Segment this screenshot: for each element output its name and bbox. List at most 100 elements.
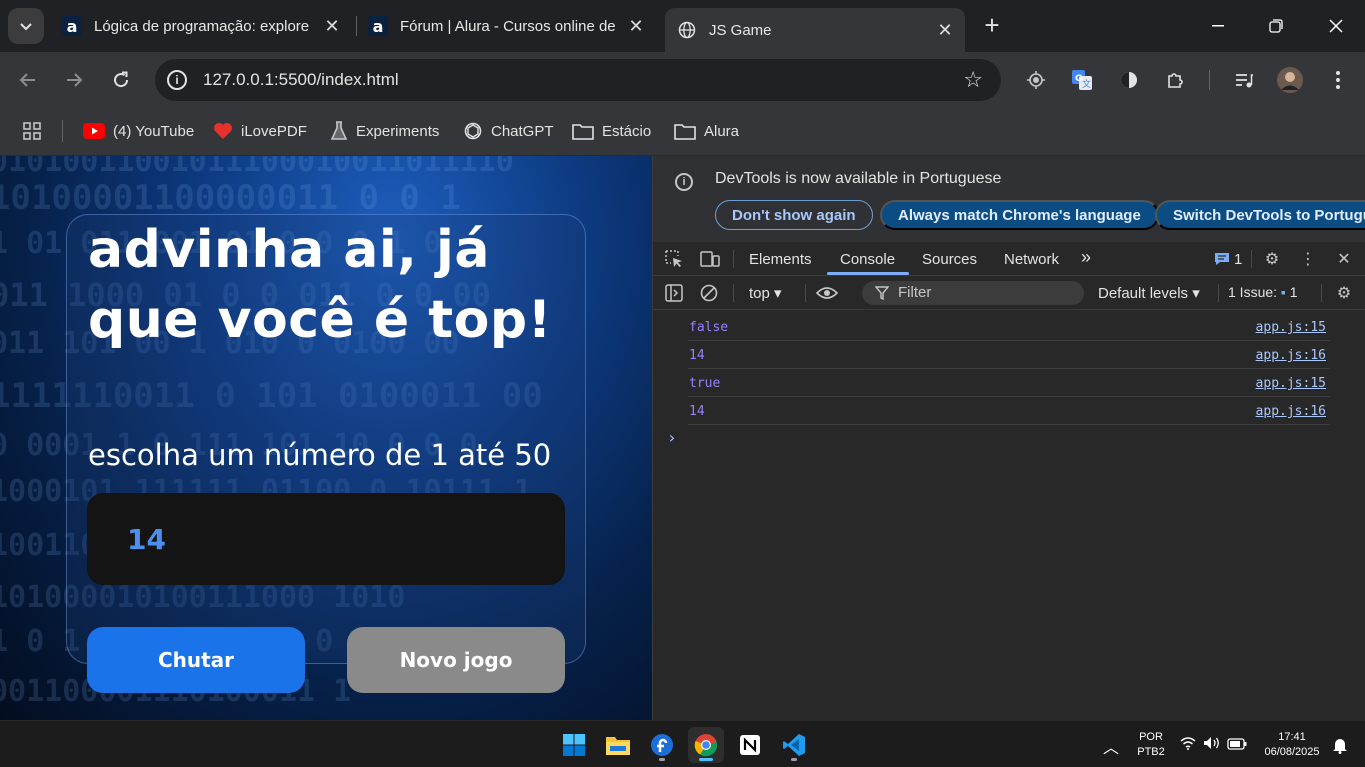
- browser-tab-js-game[interactable]: JS Game ✕: [665, 8, 965, 52]
- log-source-link[interactable]: app.js:15: [1256, 320, 1326, 335]
- bookmark-experiments[interactable]: Experiments: [330, 120, 439, 142]
- inspect-element-icon[interactable]: [663, 248, 685, 270]
- tab-network[interactable]: Network: [1004, 251, 1059, 268]
- minimize-button[interactable]: [1196, 8, 1240, 44]
- forward-button[interactable]: [60, 66, 88, 94]
- log-value: true: [689, 376, 721, 391]
- browser-tab-forum[interactable]: a Fórum | Alura - Cursos online de ✕: [368, 8, 656, 44]
- file-explorer-icon[interactable]: [600, 727, 636, 763]
- console-settings-gear-icon[interactable]: ⚙: [1333, 282, 1355, 304]
- browser-tab-logica[interactable]: a Lógica de programação: explore ✕: [62, 8, 352, 44]
- windows-start-icon[interactable]: [556, 727, 592, 763]
- tab-strip: a Lógica de programação: explore ✕ a Fór…: [0, 0, 1365, 52]
- media-queue-icon[interactable]: [1231, 67, 1257, 93]
- bookmark-ilovepdf[interactable]: iLovePDF: [213, 120, 307, 142]
- fedora-icon[interactable]: [644, 727, 680, 763]
- device-toolbar-icon[interactable]: [699, 248, 721, 270]
- issues-count: 1: [1289, 284, 1298, 300]
- notion-icon[interactable]: [732, 727, 768, 763]
- keyboard-layout: PTB2: [1137, 746, 1165, 758]
- google-translate-icon[interactable]: G文: [1069, 67, 1095, 93]
- issues-counter[interactable]: 1 Issue: ▪ 1: [1228, 284, 1298, 300]
- bookmark-divider: [62, 120, 63, 142]
- site-info-icon[interactable]: i: [167, 70, 187, 90]
- profile-avatar[interactable]: [1277, 67, 1303, 93]
- bookmark-star-icon[interactable]: ☆: [963, 67, 983, 93]
- console-filter-input[interactable]: Filter: [862, 281, 1084, 305]
- settings-gear-icon[interactable]: ⚙: [1261, 248, 1283, 270]
- filter-divider: [1218, 284, 1219, 302]
- url-text[interactable]: 127.0.0.1:5500/index.html: [203, 70, 399, 90]
- always-match-language-button[interactable]: Always match Chrome's language: [880, 200, 1159, 230]
- bookmark-youtube[interactable]: (4) YouTube: [83, 120, 194, 142]
- back-button[interactable]: [14, 66, 42, 94]
- live-expression-eye-icon[interactable]: [816, 282, 838, 304]
- more-tabs-chevron-icon[interactable]: »: [1081, 247, 1091, 268]
- clear-console-icon[interactable]: [698, 282, 720, 304]
- headline-line-1: advinha ai, já: [88, 220, 490, 280]
- input-language-indicator[interactable]: POR PTB2: [1134, 730, 1168, 760]
- close-devtools-icon[interactable]: ✕: [1333, 248, 1355, 270]
- tab-elements[interactable]: Elements: [749, 251, 812, 268]
- context-selector[interactable]: top ▾: [749, 284, 782, 302]
- devtools-panel: i DevTools is now available in Portugues…: [652, 156, 1365, 720]
- new-game-button[interactable]: Novo jogo: [347, 627, 565, 693]
- game-headline: advinha ai, já que você é top!: [88, 220, 588, 350]
- devtools-menu-icon[interactable]: ⋮: [1297, 248, 1319, 270]
- globe-icon: [677, 20, 697, 40]
- log-source-link[interactable]: app.js:15: [1256, 376, 1326, 391]
- tab-title: Lógica de programação: explore: [94, 17, 310, 35]
- reload-button[interactable]: [107, 66, 135, 94]
- dont-show-again-button[interactable]: Don't show again: [715, 200, 873, 230]
- chrome-menu-icon[interactable]: [1325, 67, 1351, 93]
- filter-divider: [1321, 284, 1322, 302]
- tab-search-button[interactable]: [8, 8, 44, 44]
- flask-icon: [330, 121, 348, 141]
- chrome-taskbar-icon[interactable]: [688, 727, 724, 763]
- console-prompt-chevron-icon[interactable]: ›: [667, 428, 677, 447]
- language-banner: i DevTools is now available in Portugues…: [653, 156, 1365, 242]
- chevron-up-icon[interactable]: ︿: [1103, 734, 1119, 758]
- close-window-button[interactable]: [1314, 8, 1358, 44]
- new-tab-button[interactable]: +: [980, 12, 1004, 40]
- log-source-link[interactable]: app.js:16: [1256, 348, 1326, 363]
- switch-devtools-language-button[interactable]: Switch DevTools to Portuguese: [1155, 200, 1365, 230]
- restore-button[interactable]: [1254, 8, 1298, 44]
- svg-text:文: 文: [1082, 78, 1091, 90]
- log-value: 14: [689, 348, 705, 363]
- game-instructions: escolha um número de 1 até 50: [88, 438, 552, 472]
- log-levels-dropdown[interactable]: Default levels ▾: [1098, 284, 1200, 302]
- running-indicator: [791, 758, 797, 761]
- bookmark-chatgpt[interactable]: ChatGPT: [463, 120, 554, 142]
- log-source-link[interactable]: app.js:16: [1256, 404, 1326, 419]
- filter-placeholder: Filter: [898, 284, 932, 301]
- tab-title: JS Game: [709, 21, 772, 39]
- tab-sources[interactable]: Sources: [922, 251, 977, 268]
- bookmark-label: (4) YouTube: [113, 122, 195, 140]
- sidebar-toggle-icon[interactable]: [663, 282, 685, 304]
- address-bar[interactable]: i 127.0.0.1:5500/index.html ☆: [155, 59, 1001, 101]
- close-icon[interactable]: ✕: [935, 20, 955, 40]
- bookmark-folder-estacio[interactable]: Estácio: [572, 120, 651, 142]
- notification-bell-icon[interactable]: [1332, 736, 1348, 759]
- log-value: false: [689, 320, 729, 335]
- location-target-icon[interactable]: [1023, 67, 1049, 93]
- close-icon[interactable]: ✕: [322, 16, 342, 36]
- system-clock[interactable]: 17:41 06/08/2025: [1254, 730, 1330, 760]
- extensions-puzzle-icon[interactable]: [1162, 67, 1188, 93]
- wifi-icon[interactable]: [1180, 736, 1196, 755]
- volume-icon[interactable]: [1203, 736, 1221, 755]
- vscode-icon[interactable]: [776, 727, 812, 763]
- battery-icon[interactable]: [1227, 737, 1247, 755]
- dark-mode-icon[interactable]: [1116, 67, 1142, 93]
- message-badge-icon[interactable]: [1211, 248, 1233, 270]
- restore-icon: [1269, 19, 1283, 33]
- close-icon[interactable]: ✕: [626, 16, 646, 36]
- guess-input[interactable]: [87, 493, 565, 585]
- tab-console[interactable]: Console: [840, 251, 895, 268]
- minimize-icon: [1212, 25, 1224, 27]
- guess-button[interactable]: Chutar: [87, 627, 305, 693]
- apps-grid-icon[interactable]: [22, 120, 42, 142]
- bookmark-folder-alura[interactable]: Alura: [674, 120, 739, 142]
- filter-divider: [733, 284, 734, 302]
